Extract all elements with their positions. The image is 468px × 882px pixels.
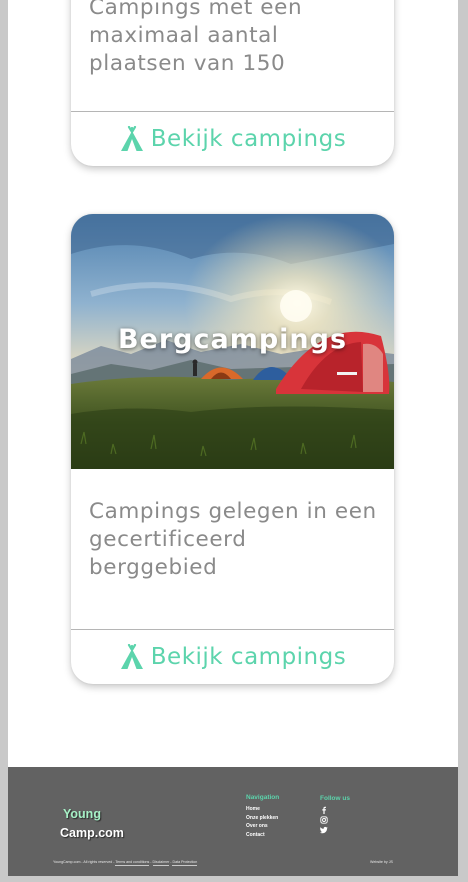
view-campings-button[interactable]: Bekijk campings: [71, 112, 394, 166]
card-description: Campings met een maximaal aantal plaatse…: [89, 0, 303, 76]
footer-legal: YoungCamp.com - All rights reserved - Te…: [53, 860, 198, 866]
camping-card-small: Campings met een maximaal aantal plaatse…: [71, 0, 394, 166]
card-description: Campings gelegen in een gecertificeerd b…: [89, 499, 377, 580]
footer: Young Camp.com Navigation Home Onze plek…: [8, 767, 458, 876]
page: Campings met een maximaal aantal plaatse…: [8, 0, 458, 876]
tent-icon: [120, 126, 143, 151]
view-campings-label: Bekijk campings: [150, 644, 347, 670]
copyright-text: YoungCamp.com - All rights reserved -: [53, 860, 115, 864]
facebook-icon[interactable]: [320, 806, 350, 816]
footer-link-onze-plekken[interactable]: Onze plekken: [246, 814, 279, 823]
card-image: Bergcampings: [71, 214, 394, 469]
twitter-icon[interactable]: [320, 826, 350, 836]
footer-follow: Follow us: [320, 795, 350, 836]
website-credit[interactable]: Website by JS: [370, 860, 393, 864]
disclaimer-link[interactable]: Disclaimer: [152, 860, 170, 866]
footer-navigation: Navigation Home Onze plekken Over ons Co…: [246, 794, 279, 839]
instagram-icon[interactable]: [320, 816, 350, 826]
logo-young: Young: [63, 807, 101, 821]
card-title: Bergcampings: [117, 324, 348, 355]
data-protection-link[interactable]: Data Protection: [172, 860, 198, 866]
navigation-title: Navigation: [246, 794, 280, 801]
footer-link-contact[interactable]: Contact: [246, 831, 279, 840]
logo-camp: Camp.com: [60, 826, 124, 840]
terms-link[interactable]: Terms and conditions: [115, 860, 150, 866]
site-logo[interactable]: Young Camp.com: [60, 807, 127, 840]
view-campings-label: Bekijk campings: [150, 126, 347, 152]
follow-title: Follow us: [320, 795, 350, 802]
footer-link-home[interactable]: Home: [246, 805, 279, 814]
camping-card-mountain: Bergcampings Campings gelegen in een gec…: [71, 214, 394, 684]
view-campings-button[interactable]: Bekijk campings: [71, 630, 394, 684]
tent-icon: [120, 644, 143, 669]
footer-link-over-ons[interactable]: Over ons: [246, 822, 279, 831]
